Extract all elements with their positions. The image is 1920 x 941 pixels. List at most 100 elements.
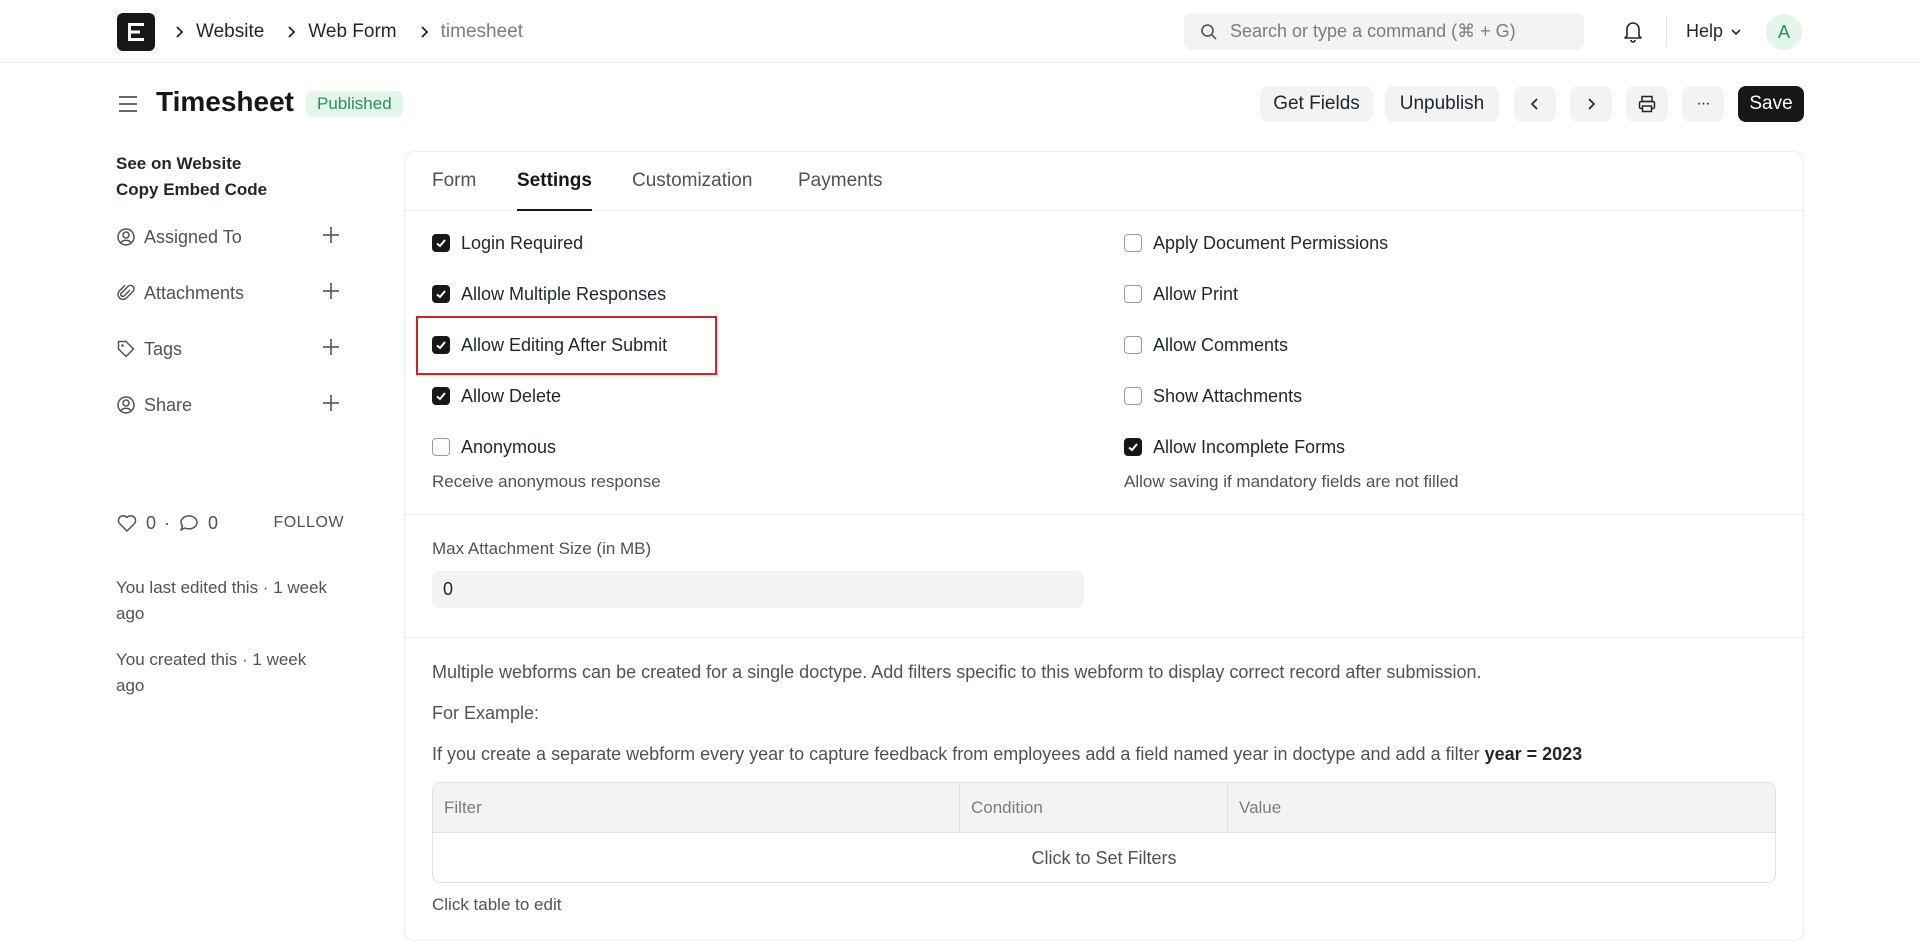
avatar[interactable]: A [1766, 14, 1802, 50]
allow-comments-checkbox[interactable]: Allow Comments [1124, 333, 1288, 357]
checkbox-checked-icon[interactable] [432, 234, 450, 252]
sidebar-item-label: Assigned To [144, 226, 242, 247]
filters-example-heading: For Example: [432, 703, 540, 723]
breadcrumb-website[interactable]: Website [196, 21, 264, 43]
tag-icon [117, 340, 135, 358]
heart-icon[interactable] [116, 513, 138, 533]
help-dropdown[interactable]: Help [1686, 0, 1743, 63]
column-header-condition: Condition [959, 783, 1227, 833]
allow-editing-after-submit-checkbox[interactable]: Allow Editing After Submit [432, 333, 667, 357]
show-attachments-checkbox[interactable]: Show Attachments [1124, 384, 1302, 408]
bell-icon[interactable] [1622, 19, 1644, 48]
checkbox-unchecked-icon[interactable] [1124, 387, 1142, 405]
social-bar: 0 · 0 FOLLOW [116, 510, 344, 536]
filters-example-prefix: If you create a separate webform every y… [432, 744, 1485, 764]
breadcrumb-web-form[interactable]: Web Form [308, 21, 396, 43]
comments-count: 0 [208, 512, 219, 533]
allow-multiple-responses-checkbox[interactable]: Allow Multiple Responses [432, 282, 666, 306]
column-header-value: Value [1227, 783, 1775, 833]
likes-count: 0 [146, 512, 157, 533]
sidebar-toggle-icon[interactable] [117, 94, 139, 119]
printer-icon [1638, 95, 1656, 113]
plus-icon[interactable] [320, 224, 342, 251]
sidebar-item-assigned-to[interactable]: Assigned To [116, 224, 342, 250]
chevron-right-icon [286, 25, 298, 39]
plus-icon[interactable] [320, 336, 342, 363]
navbar-divider [1666, 16, 1667, 47]
allow-delete-checkbox[interactable]: Allow Delete [432, 384, 561, 408]
get-fields-button[interactable]: Get Fields [1260, 86, 1373, 122]
chevron-down-icon [1731, 28, 1741, 35]
checkbox-unchecked-icon[interactable] [1124, 234, 1142, 252]
chevron-left-icon [1530, 98, 1538, 110]
table-header: Filter Condition Value [433, 783, 1775, 833]
tab-payments[interactable]: Payments [798, 170, 882, 211]
sidebar-item-attachments[interactable]: Attachments [116, 280, 342, 306]
chevron-right-icon [174, 25, 186, 39]
anonymous-description: Receive anonymous response [432, 472, 661, 491]
navbar: Website Web Form timesheet Search or typ… [0, 0, 1920, 63]
checkbox-unchecked-icon[interactable] [1124, 285, 1142, 303]
set-filters-row[interactable]: Click to Set Filters [433, 833, 1775, 882]
checkbox-unchecked-icon[interactable] [432, 438, 450, 456]
section-divider [405, 514, 1803, 515]
checkbox-label: Login Required [461, 232, 584, 253]
social-separator: · [164, 512, 171, 533]
filters-example-text: If you create a separate webform every y… [432, 744, 1582, 765]
allow-incomplete-forms-checkbox[interactable]: Allow Incomplete Forms [1124, 435, 1345, 459]
filters-table[interactable]: Filter Condition Value Click to Set Filt… [432, 782, 1776, 883]
filters-example-bold: year = 2023 [1484, 744, 1583, 764]
tab-settings[interactable]: Settings [517, 170, 592, 211]
checkbox-label: Allow Print [1153, 283, 1239, 304]
copy-embed-code-link[interactable]: Copy Embed Code [116, 180, 267, 200]
more-icon: ··· [1696, 95, 1711, 112]
max-attachment-label: Max Attachment Size (in MB) [432, 539, 652, 558]
share-icon [117, 396, 135, 414]
tab-form[interactable]: Form [432, 170, 476, 211]
chevron-right-icon [1588, 98, 1596, 110]
checkbox-label: Apply Document Permissions [1153, 232, 1389, 253]
print-button[interactable] [1626, 86, 1668, 122]
app-logo[interactable] [117, 13, 155, 51]
checkbox-unchecked-icon[interactable] [1124, 336, 1142, 354]
checkbox-label: Allow Comments [1153, 334, 1289, 355]
previous-button[interactable] [1514, 86, 1556, 122]
more-actions-button[interactable]: ··· [1682, 86, 1724, 122]
sidebar-item-label: Tags [144, 338, 183, 359]
incomplete-forms-description: Allow saving if mandatory fields are not… [1124, 472, 1459, 491]
checkbox-label: Allow Incomplete Forms [1153, 436, 1346, 457]
checkbox-checked-icon[interactable] [432, 336, 450, 354]
chevron-right-icon [419, 25, 431, 39]
plus-icon[interactable] [320, 280, 342, 307]
see-on-website-link[interactable]: See on Website [116, 154, 241, 174]
apply-document-permissions-checkbox[interactable]: Apply Document Permissions [1124, 231, 1388, 255]
search-input[interactable]: Search or type a command (⌘ + G) [1184, 13, 1584, 50]
checkbox-checked-icon[interactable] [432, 285, 450, 303]
section-divider [405, 637, 1803, 638]
checkbox-label: Anonymous [461, 436, 557, 457]
checkbox-checked-icon[interactable] [432, 387, 450, 405]
comment-icon[interactable] [178, 513, 200, 533]
plus-icon[interactable] [320, 392, 342, 419]
sidebar-item-share[interactable]: Share [116, 392, 342, 418]
breadcrumb-timesheet[interactable]: timesheet [441, 21, 523, 43]
activity-created: You created this · 1 week ago [116, 650, 307, 695]
save-button[interactable]: Save [1738, 86, 1804, 122]
follow-button[interactable]: FOLLOW [273, 514, 344, 532]
next-button[interactable] [1570, 86, 1612, 122]
checkbox-checked-icon[interactable] [1124, 438, 1142, 456]
table-help-text: Click table to edit [432, 895, 562, 914]
allow-print-checkbox[interactable]: Allow Print [1124, 282, 1238, 306]
login-required-checkbox[interactable]: Login Required [432, 231, 583, 255]
max-attachment-input[interactable]: 0 [432, 571, 1084, 608]
anonymous-checkbox[interactable]: Anonymous [432, 435, 556, 459]
search-placeholder: Search or type a command (⌘ + G) [1230, 21, 1516, 41]
activity-last-edited: You last edited this · 1 week ago [116, 578, 328, 623]
sidebar-item-tags[interactable]: Tags [116, 336, 342, 362]
unpublish-button[interactable]: Unpublish [1385, 86, 1499, 122]
tab-customization[interactable]: Customization [632, 170, 752, 211]
assigned-icon [117, 228, 135, 246]
checkbox-label: Show Attachments [1153, 385, 1303, 406]
column-header-filter: Filter [444, 798, 482, 817]
search-icon [1201, 23, 1217, 40]
